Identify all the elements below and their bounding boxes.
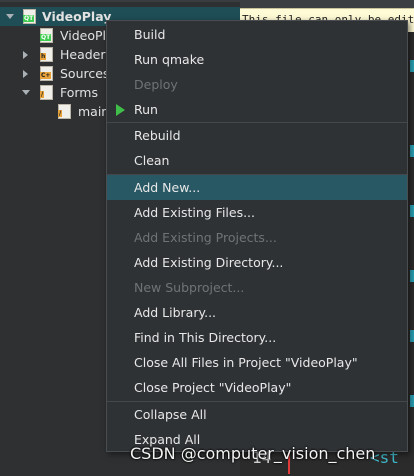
collapse-arrow-icon[interactable]	[23, 51, 28, 59]
menu-item-add-library[interactable]: Add Library...	[107, 300, 407, 325]
qt-project-icon: QT	[23, 9, 36, 24]
menu-item-deploy: Deploy	[134, 77, 178, 92]
menu-item-clean[interactable]: Clean	[107, 148, 407, 173]
menu-item-run-qmake[interactable]: Run qmake	[107, 47, 407, 72]
menu-item-new-subproject: New Subproject...	[134, 280, 245, 295]
tree-item-label: Forms	[60, 85, 99, 100]
editor-gutter-mark	[410, 205, 414, 217]
menu-item-add-new[interactable]: Add New...	[107, 175, 407, 200]
menu-item-collapse-all[interactable]: Collapse All	[107, 402, 407, 427]
expand-arrow-icon[interactable]	[6, 14, 14, 19]
menu-item-add-existing-files[interactable]: Add Existing Files...	[107, 200, 407, 225]
tree-item-label: main	[78, 104, 110, 119]
tree-item-label: Headers	[60, 47, 113, 62]
watermark: CSDN @computer_vision_chen	[130, 444, 376, 463]
expand-arrow-icon[interactable]	[22, 90, 30, 95]
forms-folder-icon: /	[40, 85, 53, 100]
menu-item-run[interactable]: Run	[107, 97, 407, 122]
tree-item-label: VideoPlay	[42, 9, 112, 24]
menu-item-add-existing-projects: Add Existing Projects...	[134, 230, 277, 245]
menu-item-build[interactable]: Build	[107, 22, 407, 47]
editor-gutter-mark	[410, 145, 414, 157]
menu-item-rebuild[interactable]: Rebuild	[107, 123, 407, 148]
sources-folder-icon: C+	[40, 66, 53, 81]
menu-item-add-existing-directory[interactable]: Add Existing Directory...	[107, 250, 407, 275]
ui-file-icon: /	[58, 104, 71, 119]
editor-gutter-mark	[410, 270, 414, 282]
pro-file-icon: QT	[40, 28, 53, 43]
editor-gutter-mark	[410, 330, 414, 342]
editor-gutter-mark	[410, 60, 414, 72]
editor-tab-strip	[240, 0, 414, 8]
menu-item-close-project[interactable]: Close Project "VideoPlay"	[107, 375, 407, 400]
headers-folder-icon: h	[40, 47, 53, 62]
tree-item-label: Sources	[60, 66, 110, 81]
collapse-arrow-icon[interactable]	[23, 70, 28, 78]
project-context-menu: Build Run qmake Deploy Run Rebuild Clean…	[106, 20, 408, 452]
tree-header-strip	[0, 0, 240, 2]
editor-gutter-mark	[410, 395, 414, 407]
menu-item-close-all-files[interactable]: Close All Files in Project "VideoPlay"	[107, 350, 407, 375]
menu-item-find-in-directory[interactable]: Find in This Directory...	[107, 325, 407, 350]
run-icon	[116, 104, 125, 116]
